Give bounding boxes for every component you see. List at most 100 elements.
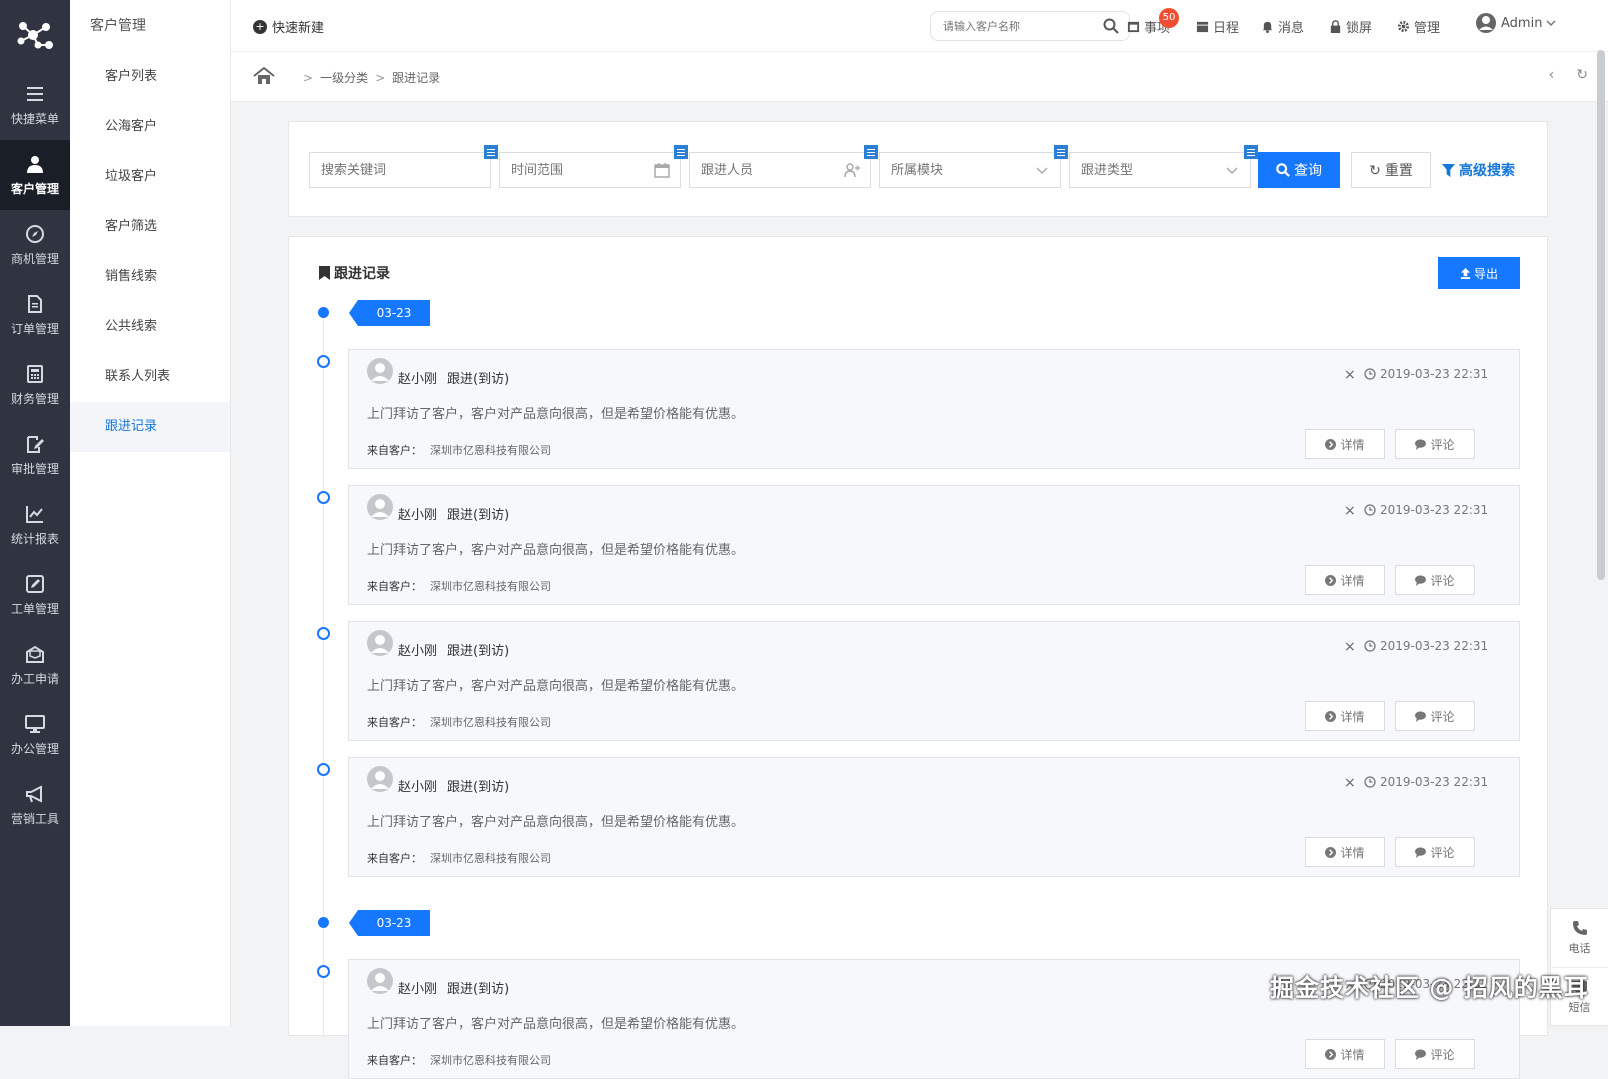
comment-button[interactable]: 评论 (1395, 837, 1475, 867)
breadcrumb-level1[interactable]: 一级分类 (320, 69, 368, 86)
subnav-item-customer-filter[interactable]: 客户筛选 (70, 202, 230, 252)
calculator-icon (27, 364, 43, 383)
entry-source-customer[interactable]: 深圳市亿恩科技有限公司 (430, 444, 551, 457)
rail-item-reports[interactable]: 统计报表 (0, 490, 70, 560)
rail-item-label: 统计报表 (10, 531, 59, 546)
pencil-square-icon (26, 574, 44, 593)
top-bar: + 快速新建 事项 50 日程 消息 锁屏 管理 Admin (231, 0, 1608, 52)
messages-button[interactable]: 消息 (1261, 17, 1304, 36)
type-input[interactable] (1079, 153, 1219, 187)
close-icon[interactable]: × (1344, 367, 1356, 383)
detail-button[interactable]: 详情 (1305, 565, 1385, 595)
subnav-item-followup-records[interactable]: 跟进记录 (70, 402, 230, 452)
page-scrollbar[interactable] (1597, 50, 1605, 580)
timeline-dot (317, 965, 330, 978)
user-menu[interactable]: Admin (1475, 12, 1560, 34)
calendar-icon[interactable] (654, 162, 670, 178)
list-toggle-icon[interactable] (1244, 145, 1258, 159)
entry-time-text: 2019-03-23 22:31 (1380, 367, 1489, 381)
list-toggle-icon[interactable] (864, 145, 878, 159)
app-logo[interactable] (0, 0, 70, 70)
subnav-item-contacts[interactable]: 联系人列表 (70, 352, 230, 402)
comment-button[interactable]: 评论 (1395, 429, 1475, 459)
list-toggle-icon[interactable] (1054, 145, 1068, 159)
detail-button[interactable]: 详情 (1305, 837, 1385, 867)
subnav-item-trash-customers[interactable]: 垃圾客户 (70, 152, 230, 202)
timeline-line (323, 317, 324, 1037)
breadcrumb-path: > 一级分类 > 跟进记录 (296, 69, 440, 86)
comment-button[interactable]: 评论 (1395, 701, 1475, 731)
entry-action: 跟进(到访) (447, 372, 510, 387)
module-select[interactable] (879, 145, 1068, 188)
person-input[interactable] (699, 153, 839, 187)
reset-button[interactable]: ↻ 重置 (1351, 152, 1431, 188)
document-icon (28, 294, 42, 313)
keyword-input[interactable] (319, 153, 459, 187)
timeline-dot (318, 917, 329, 928)
type-select[interactable] (1069, 145, 1258, 188)
detail-button[interactable]: 详情 (1305, 429, 1385, 459)
comment-button[interactable]: 评论 (1395, 1039, 1475, 1069)
entry-description: 上门拜访了客户，客户对产品意向很高，但是希望价格能有优惠。 (367, 679, 745, 694)
list-toggle-icon[interactable] (484, 145, 498, 159)
todo-button[interactable]: 事项 50 (1127, 8, 1179, 36)
followup-entry: 赵小刚 跟进(到访) × 2019-03-23 22:31 上门拜访了客户，客户对… (348, 485, 1520, 605)
records-title-text: 跟进记录 (334, 266, 390, 282)
export-button[interactable]: 导出 (1438, 257, 1520, 289)
compass-icon (26, 224, 44, 243)
page-nav: ‹ ↻ (1549, 67, 1588, 83)
add-user-icon[interactable] (844, 162, 860, 178)
rail-item-marketing[interactable]: 营销工具 (0, 770, 70, 840)
rail-item-finance[interactable]: 财务管理 (0, 350, 70, 420)
lock-screen-button[interactable]: 锁屏 (1329, 17, 1372, 36)
comment-label: 评论 (1430, 1047, 1455, 1062)
rail-item-orders[interactable]: 订单管理 (0, 280, 70, 350)
list-toggle-icon[interactable] (674, 145, 688, 159)
back-arrow-icon[interactable]: ‹ (1549, 67, 1555, 83)
subnav-item-customer-list[interactable]: 客户列表 (70, 52, 230, 102)
manage-button[interactable]: 管理 (1397, 17, 1440, 36)
plus-circle-icon: + (253, 19, 267, 34)
entry-source-customer[interactable]: 深圳市亿恩科技有限公司 (430, 852, 551, 865)
timeline-dot (317, 763, 330, 776)
rail-item-quick-menu[interactable]: 快捷菜单 (0, 70, 70, 140)
comment-button[interactable]: 评论 (1395, 565, 1475, 595)
entry-source-customer[interactable]: 深圳市亿恩科技有限公司 (430, 716, 551, 729)
rail-item-office[interactable]: 办公管理 (0, 700, 70, 770)
rail-item-customer[interactable]: 客户管理 (0, 140, 70, 210)
subnav-item-sales-leads[interactable]: 销售线索 (70, 252, 230, 302)
customer-search-input[interactable] (941, 12, 1101, 40)
rail-item-label: 快捷菜单 (10, 111, 59, 126)
detail-button[interactable]: 详情 (1305, 1039, 1385, 1069)
subnav-item-public-customers[interactable]: 公海客户 (70, 102, 230, 152)
entry-source-customer[interactable]: 深圳市亿恩科技有限公司 (430, 1054, 551, 1067)
entry-source-customer[interactable]: 深圳市亿恩科技有限公司 (430, 580, 551, 593)
entry-source: 来自客户： 深圳市亿恩科技有限公司 (367, 714, 551, 730)
quick-new-button[interactable]: + 快速新建 (253, 17, 324, 36)
rail-item-opportunity[interactable]: 商机管理 (0, 210, 70, 280)
module-input[interactable] (889, 153, 1029, 187)
time-range-input[interactable] (509, 153, 649, 187)
schedule-label: 日程 (1213, 21, 1240, 36)
subnav-item-public-leads[interactable]: 公共线索 (70, 302, 230, 352)
refresh-icon[interactable]: ↻ (1576, 67, 1588, 83)
close-icon[interactable]: × (1344, 503, 1356, 519)
advanced-search-link[interactable]: 高级搜索 (1442, 160, 1515, 180)
phone-icon (1572, 921, 1587, 935)
rail-item-approval[interactable]: 审批管理 (0, 420, 70, 490)
detail-button[interactable]: 详情 (1305, 701, 1385, 731)
search-icon[interactable] (1103, 18, 1119, 34)
calendar-check-icon (1127, 21, 1140, 33)
schedule-button[interactable]: 日程 (1196, 17, 1239, 36)
rail-item-workorder[interactable]: 工单管理 (0, 560, 70, 630)
home-icon[interactable] (253, 66, 275, 86)
close-icon[interactable]: × (1344, 775, 1356, 791)
timeline-dot (317, 627, 330, 640)
close-icon[interactable]: × (1344, 639, 1356, 655)
messages-label: 消息 (1278, 21, 1305, 36)
rail-item-label: 营销工具 (10, 811, 59, 826)
phone-button[interactable]: 电话 (1551, 909, 1608, 968)
query-button[interactable]: 查询 (1258, 152, 1340, 188)
entry-time-text: 2019-03-23 22:31 (1380, 503, 1489, 517)
rail-item-office-apply[interactable]: 办工申请 (0, 630, 70, 700)
